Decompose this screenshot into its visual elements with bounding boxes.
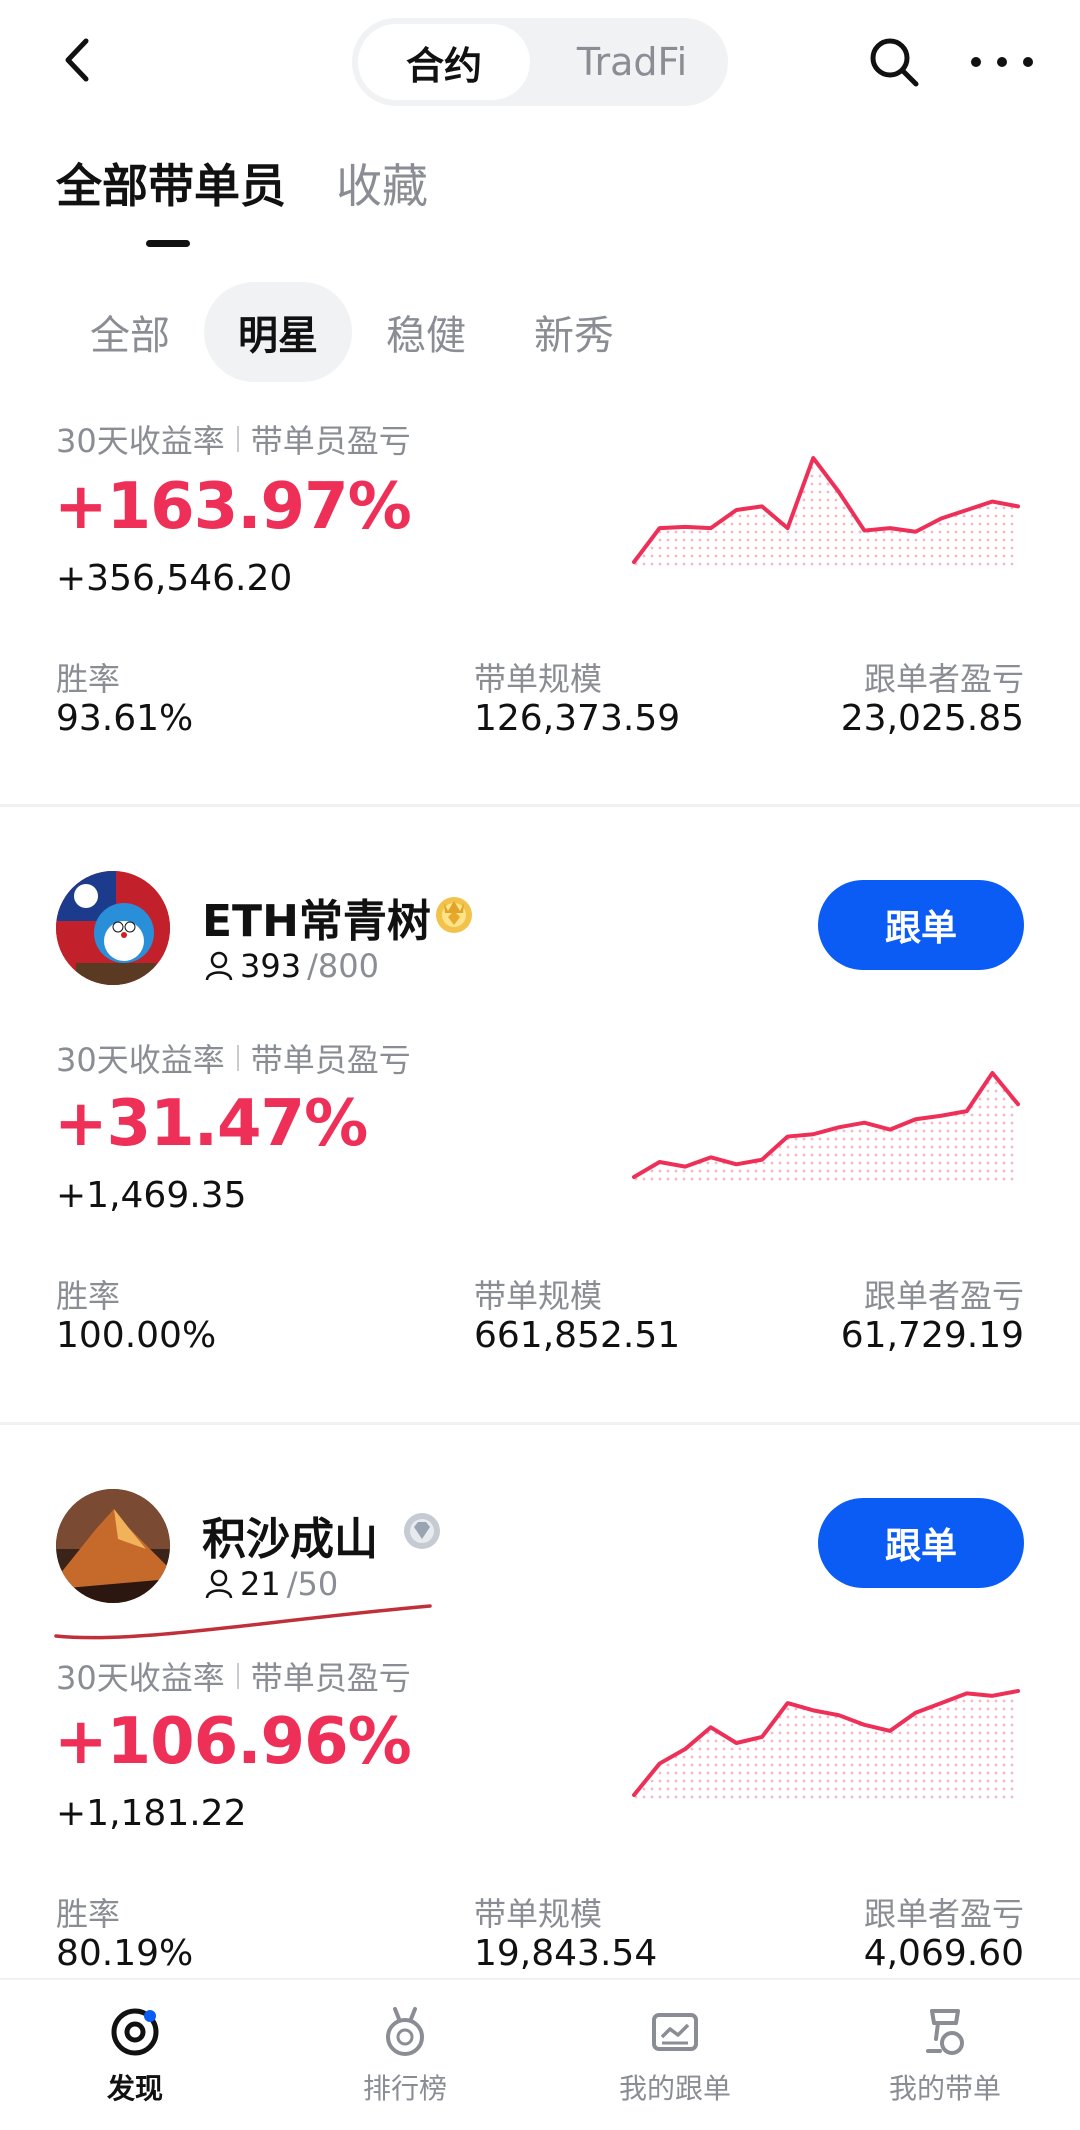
avatar[interactable] [56, 871, 170, 985]
trophy-icon [926, 2009, 964, 2055]
gold-crown-icon [436, 897, 472, 933]
nav-label: 排行榜 [362, 2072, 447, 2105]
pnl-value: +1,469.35 [56, 1175, 247, 1216]
win-rate-label: 胜率 [56, 1895, 121, 1933]
follower-pnl-label: 跟单者盈亏 [863, 660, 1024, 698]
avatar[interactable] [56, 1489, 170, 1603]
sparkline-chart [632, 1689, 1020, 1803]
metric-label: 30天收益率 带单员盈亏 [56, 1035, 411, 1081]
avatar-image [56, 871, 170, 985]
discover-icon [111, 2008, 159, 2056]
roi-label: 30天收益率 [56, 1041, 225, 1079]
win-rate-label: 胜率 [56, 660, 121, 698]
medal-icon [386, 2007, 424, 2056]
metric-label: 30天收益率 带单员盈亏 [56, 1653, 411, 1699]
leader-card[interactable]: ETH常青树 393/800 跟单 30天收益率 带单员盈亏 +31.47% +1… [0, 807, 1080, 1427]
silver-diamond-icon [404, 1513, 440, 1549]
pnl-value: +356,546.20 [56, 558, 293, 599]
roi-value: +163.97% [54, 470, 412, 544]
roi-value: +106.96% [54, 1705, 412, 1779]
metric-label: 30天收益率 带单员盈亏 [56, 416, 411, 462]
bottom-navigation: 发现 排行榜 我的跟单 我的带单 [0, 1978, 1080, 2130]
leader-name[interactable]: ETH常青树 [202, 885, 431, 949]
follower-pnl-value: 61,729.19 [840, 1315, 1024, 1356]
follower-pnl-value: 4,069.60 [863, 1933, 1024, 1974]
scale-label: 带单规模 [474, 1895, 603, 1933]
follow-button[interactable]: 跟单 [818, 1498, 1024, 1588]
chart-card-icon [652, 2013, 698, 2051]
pnl-value: +1,181.22 [56, 1793, 247, 1834]
sparkline-chart [632, 1071, 1020, 1185]
follow-button[interactable]: 跟单 [818, 880, 1024, 970]
leader-card[interactable]: 30天收益率 带单员盈亏 +163.97% +356,546.20 胜率 93.6… [0, 0, 1080, 800]
pnl-label: 带单员盈亏 [250, 1659, 411, 1697]
sparkline-area [634, 1691, 1018, 1803]
follower-count: 393/800 [204, 947, 379, 985]
pnl-label: 带单员盈亏 [250, 1041, 411, 1079]
avatar-image [56, 1489, 170, 1603]
scale-label: 带单规模 [474, 1277, 603, 1315]
roi-label: 30天收益率 [56, 1659, 225, 1697]
nav-my-copy[interactable]: 我的跟单 [540, 1980, 810, 2130]
nav-label: 发现 [106, 2072, 163, 2105]
roi-value: +31.47% [54, 1087, 368, 1161]
follower-pnl-label: 跟单者盈亏 [863, 1277, 1024, 1315]
nav-label: 我的带单 [888, 2072, 1001, 2105]
sparkline-chart [632, 456, 1020, 570]
leader-name[interactable]: 积沙成山 [202, 1503, 378, 1567]
win-rate-value: 100.00% [56, 1315, 217, 1356]
annotation-stroke [54, 1604, 432, 1640]
nav-my-lead[interactable]: 我的带单 [810, 1980, 1080, 2130]
nav-leaderboard[interactable]: 排行榜 [270, 1980, 540, 2130]
follower-pnl-label: 跟单者盈亏 [863, 1895, 1024, 1933]
scale-value: 661,852.51 [474, 1315, 681, 1356]
win-rate-value: 80.19% [56, 1933, 194, 1974]
user-icon [205, 951, 233, 981]
follower-pnl-value: 23,025.85 [840, 698, 1024, 739]
leader-card[interactable]: 积沙成山 21/50 跟单 30天收益率 带单员盈亏 +106.96% +1,18… [0, 1425, 1080, 1985]
scale-label: 带单规模 [474, 660, 603, 698]
pnl-label: 带单员盈亏 [250, 422, 411, 460]
user-icon [205, 1569, 233, 1599]
nav-discover[interactable]: 发现 [0, 1980, 270, 2130]
win-rate-label: 胜率 [56, 1277, 121, 1315]
win-rate-value: 93.61% [56, 698, 194, 739]
scale-value: 126,373.59 [474, 698, 681, 739]
followers-current: 393 [240, 947, 302, 985]
scale-value: 19,843.54 [474, 1933, 658, 1974]
nav-label: 我的跟单 [618, 2072, 731, 2105]
followers-max: /800 [307, 947, 379, 985]
roi-label: 30天收益率 [56, 422, 225, 460]
